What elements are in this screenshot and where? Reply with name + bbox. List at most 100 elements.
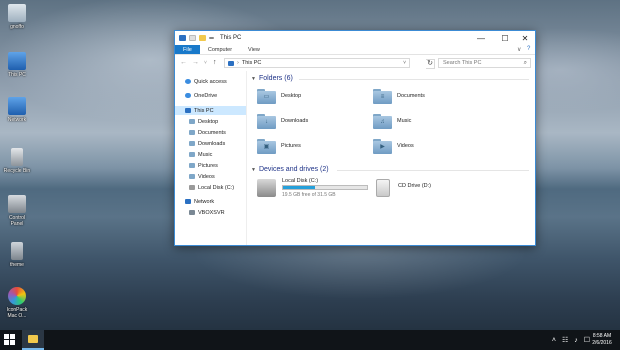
sidebar-item-videos[interactable]: Videos bbox=[189, 172, 245, 181]
folder-label: Pictures bbox=[281, 143, 301, 149]
navigation-pane: Quick access OneDrive This PC Desktop Do… bbox=[175, 71, 247, 245]
desktop-icon-control-panel[interactable]: Control Panel bbox=[2, 195, 32, 227]
close-button[interactable]: ✕ bbox=[513, 31, 537, 45]
taskbar: ˄ ☷ ♪ ☐ 8:58 AM 2/6/2016 bbox=[0, 330, 620, 350]
pictures-folder-icon bbox=[189, 163, 195, 168]
folder-icon: ♫ bbox=[373, 113, 392, 129]
minimize-icon: — bbox=[477, 33, 485, 43]
sidebar-item-documents[interactable]: Documents bbox=[189, 128, 245, 137]
desktop-icon-label: gnoffo bbox=[10, 24, 24, 30]
up-button[interactable]: ↑ bbox=[213, 59, 217, 67]
title-bar[interactable]: This PC — ☐ ✕ bbox=[175, 31, 535, 45]
computer-icon bbox=[228, 60, 234, 66]
sidebar-item-label: Videos bbox=[198, 173, 215, 180]
sidebar-item-network[interactable]: Network bbox=[185, 197, 245, 206]
sidebar-item-vboxsvr[interactable]: VBOXSVR bbox=[189, 208, 245, 217]
properties-icon[interactable] bbox=[189, 35, 196, 41]
back-button[interactable]: ← bbox=[180, 59, 187, 67]
search-input[interactable]: Search This PC ⌕ bbox=[438, 58, 531, 68]
desktop-icon-gnoffo[interactable]: gnoffo bbox=[2, 4, 32, 30]
folder-icon: ▣ bbox=[257, 138, 276, 154]
customize-toolbar-icon[interactable] bbox=[209, 37, 214, 39]
star-icon bbox=[185, 79, 191, 84]
sidebar-item-music[interactable]: Music bbox=[189, 150, 245, 159]
sidebar-item-label: This PC bbox=[194, 107, 214, 114]
folder-videos[interactable]: ▶ Videos bbox=[373, 136, 483, 156]
sidebar-item-pictures[interactable]: Pictures bbox=[189, 161, 245, 170]
desktop-icon-label: Control Panel bbox=[8, 215, 26, 227]
desktop-folder-icon bbox=[189, 119, 195, 124]
search-icon: ⌕ bbox=[523, 60, 527, 66]
tab-computer[interactable]: Computer bbox=[200, 45, 240, 54]
folder-icon: ↓ bbox=[257, 113, 276, 129]
address-dropdown-icon[interactable]: ˅ bbox=[403, 59, 406, 68]
sidebar-item-label: Music bbox=[198, 151, 213, 158]
folder-desktop[interactable]: ▭ Desktop bbox=[257, 86, 367, 106]
maximize-icon: ☐ bbox=[501, 33, 509, 43]
folder-label: Videos bbox=[397, 143, 414, 149]
drive-cd-d[interactable]: CD Drive (D:) bbox=[373, 178, 483, 200]
breadcrumb-separator: › bbox=[237, 60, 239, 66]
folder-label: Downloads bbox=[281, 118, 309, 124]
clock[interactable]: 8:58 AM 2/6/2016 bbox=[588, 333, 616, 347]
ribbon-expand-icon[interactable]: ∨ bbox=[517, 46, 521, 53]
sidebar-item-desktop[interactable]: Desktop bbox=[189, 117, 245, 126]
address-bar[interactable]: › This PC ˅ bbox=[224, 58, 410, 68]
drives-group-header[interactable]: ▼ Devices and drives (2) bbox=[251, 166, 533, 173]
documents-folder-icon bbox=[189, 130, 195, 135]
system-tray: ˄ ☷ ♪ ☐ bbox=[552, 330, 590, 350]
network-icon[interactable]: ☷ bbox=[562, 336, 568, 344]
breadcrumb-this-pc[interactable]: This PC bbox=[242, 60, 262, 66]
sidebar-item-label: Documents bbox=[198, 129, 226, 136]
desktop-icon-this-pc[interactable]: This PC bbox=[2, 52, 32, 78]
volume-icon[interactable]: ♪ bbox=[574, 337, 578, 344]
folder-emblem-icon: ↓ bbox=[265, 118, 268, 125]
start-button[interactable] bbox=[4, 334, 16, 346]
computer-icon bbox=[179, 35, 186, 41]
drive-usage-bar bbox=[282, 185, 368, 190]
tab-view[interactable]: View bbox=[240, 45, 268, 54]
chevron-down-icon: ▼ bbox=[251, 166, 256, 173]
folder-documents[interactable]: ≡ Documents bbox=[373, 86, 483, 106]
minimize-button[interactable]: — bbox=[469, 31, 493, 45]
drive-local-disk-c[interactable]: Local Disk (C:) 19.5 GB free of 31.5 GB bbox=[257, 178, 368, 200]
refresh-button[interactable]: ↻ bbox=[426, 59, 435, 69]
desktop-icon-theme[interactable]: theme bbox=[2, 242, 32, 268]
new-folder-icon[interactable] bbox=[199, 35, 206, 41]
folders-group-header[interactable]: ▼ Folders (6) bbox=[251, 75, 533, 82]
folder-pictures[interactable]: ▣ Pictures bbox=[257, 136, 367, 156]
desktop-icon-label: Recycle Bin bbox=[3, 168, 31, 174]
taskbar-file-explorer[interactable] bbox=[22, 330, 44, 350]
folder-label: Documents bbox=[397, 93, 425, 99]
sidebar-item-this-pc[interactable]: This PC bbox=[175, 106, 246, 115]
drive-usage-fill bbox=[283, 186, 315, 189]
downloads-folder-icon bbox=[189, 141, 195, 146]
hard-drive-icon bbox=[257, 179, 276, 197]
sidebar-item-quick-access[interactable]: Quick access bbox=[185, 77, 245, 86]
ribbon-tabs: File Computer View ∨ ? bbox=[175, 45, 535, 55]
desktop-icon-network[interactable]: Network bbox=[2, 97, 32, 123]
sidebar-item-onedrive[interactable]: OneDrive bbox=[185, 91, 245, 100]
folder-emblem-icon: ♫ bbox=[380, 118, 385, 125]
help-icon[interactable]: ? bbox=[527, 46, 530, 52]
forward-button[interactable]: → bbox=[192, 59, 199, 67]
sidebar-item-downloads[interactable]: Downloads bbox=[189, 139, 245, 148]
drive-free-space: 19.5 GB free of 31.5 GB bbox=[282, 192, 336, 198]
desktop-icon-label: This PC bbox=[8, 72, 26, 78]
address-row: ← → ˅ ↑ › This PC ˅ ↻ Search This PC ⌕ bbox=[175, 57, 535, 69]
tab-file[interactable]: File bbox=[175, 45, 200, 54]
sidebar-item-local-disk[interactable]: Local Disk (C:) bbox=[189, 183, 245, 192]
desktop-icon-iconpack[interactable]: IconPack Mac O... bbox=[2, 287, 32, 319]
music-folder-icon bbox=[189, 152, 195, 157]
group-divider bbox=[337, 170, 529, 171]
desktop-icon-recycle-bin[interactable]: Recycle Bin bbox=[2, 148, 32, 174]
windows-logo-icon-part bbox=[10, 334, 15, 339]
recent-locations-button[interactable]: ˅ bbox=[204, 59, 207, 67]
show-hidden-icons-icon[interactable]: ˄ bbox=[552, 337, 556, 344]
network-icon bbox=[185, 199, 191, 204]
sidebar-item-label: Local Disk (C:) bbox=[198, 184, 235, 191]
folder-downloads[interactable]: ↓ Downloads bbox=[257, 111, 367, 131]
windows-logo-icon-part bbox=[10, 340, 15, 345]
folder-label: Desktop bbox=[281, 93, 302, 99]
folder-music[interactable]: ♫ Music bbox=[373, 111, 483, 131]
